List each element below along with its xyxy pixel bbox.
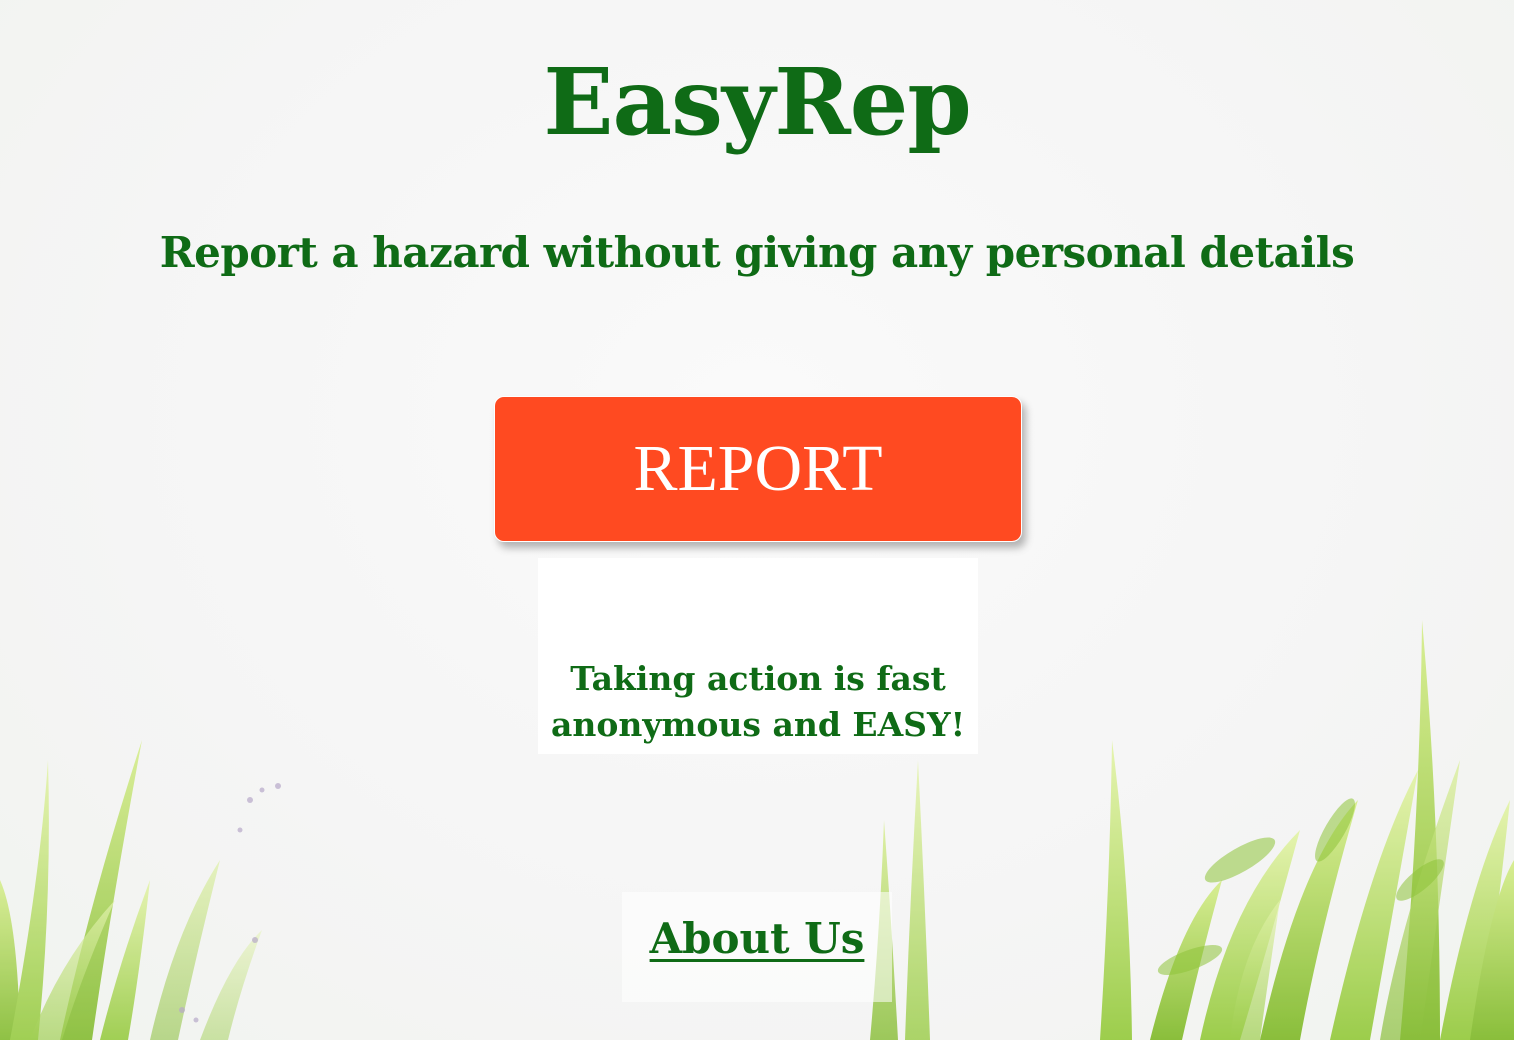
tagline: Report a hazard without giving any perso…	[159, 228, 1355, 277]
info-text: Taking action is fast anonymous and EASY…	[538, 656, 978, 748]
report-button-label: REPORT	[633, 432, 883, 505]
about-us-link[interactable]: About Us	[622, 914, 892, 963]
about-container: About Us	[622, 892, 892, 1002]
info-line-2: anonymous and EASY!	[550, 705, 966, 744]
info-line-1: Taking action is fast	[570, 659, 946, 698]
info-box: Taking action is fast anonymous and EASY…	[538, 558, 978, 754]
content: EasyRep Report a hazard without giving a…	[0, 0, 1514, 1040]
page: EasyRep Report a hazard without giving a…	[0, 0, 1514, 1040]
report-button[interactable]: REPORT	[494, 396, 1022, 542]
app-title: EasyRep	[543, 48, 971, 156]
